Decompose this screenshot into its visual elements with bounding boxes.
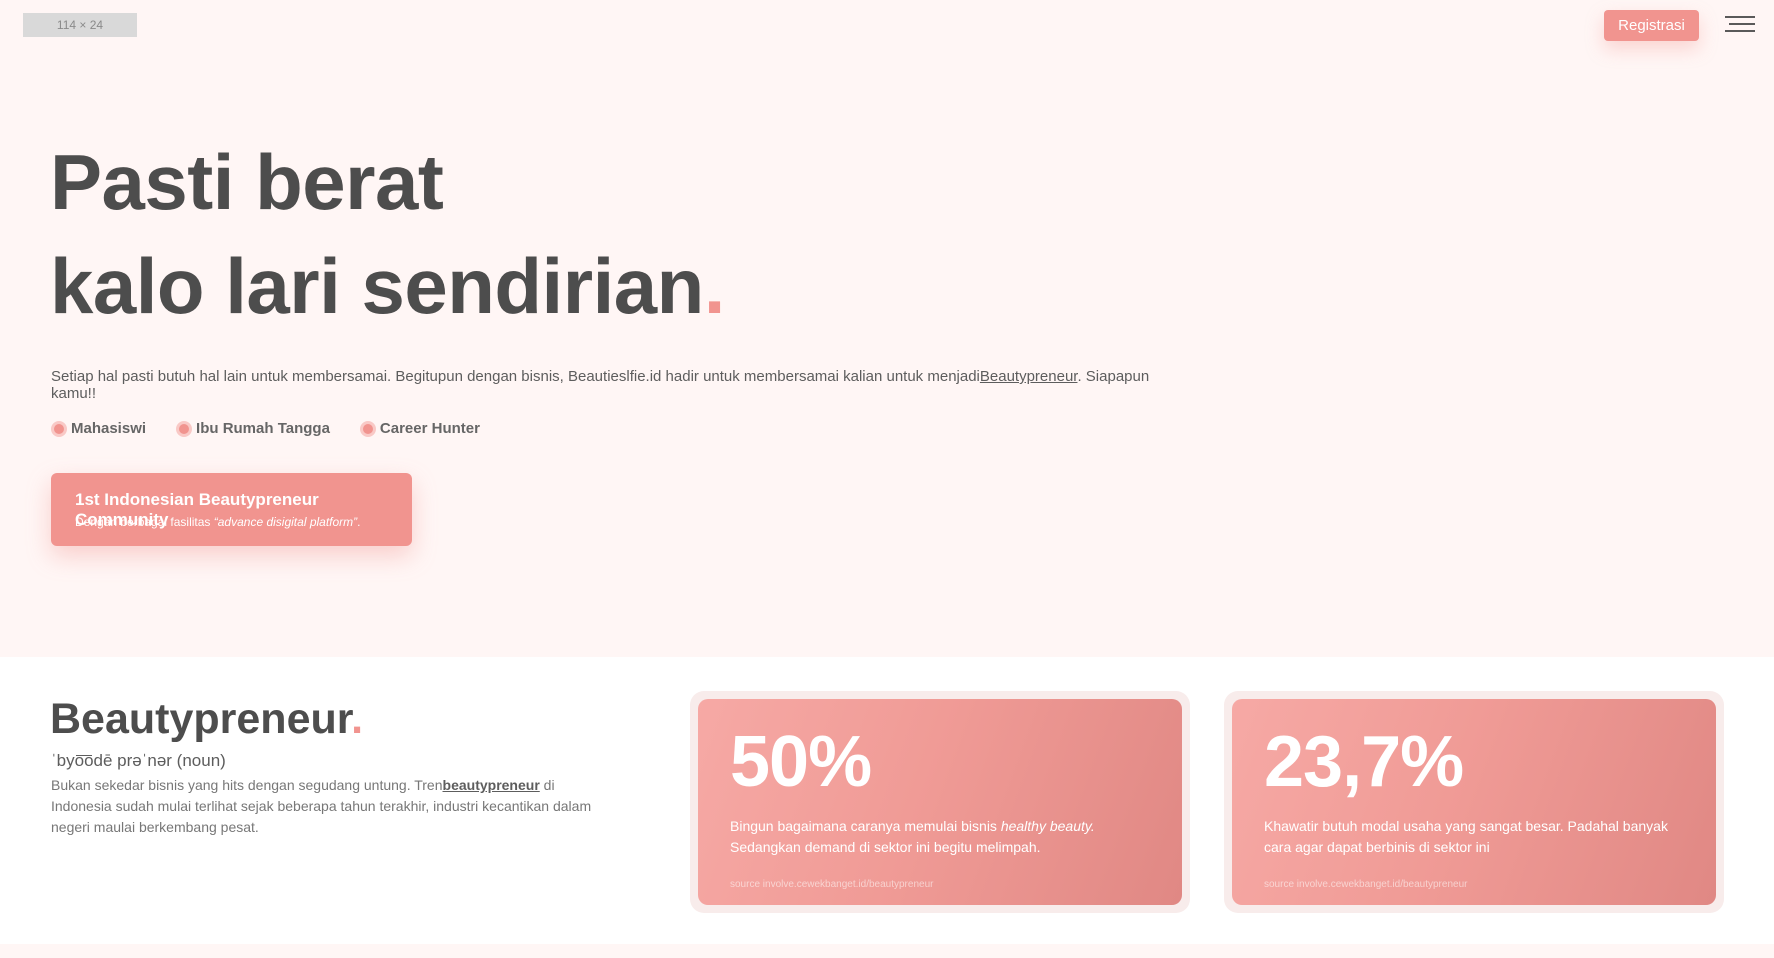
audience-item: Mahasiswi [51,420,146,437]
stat-description: Bingun bagaimana caranya memulai bisnis … [730,816,1150,858]
hero-title-line1: Pasti berat [50,138,444,226]
stat-text-end: Sedangkan demand di sektor ini begitu me… [730,839,1041,855]
audience-label: Ibu Rumah Tangga [196,420,330,437]
hero-desc-text: Setiap hal pasti butuh hal lain untuk me… [51,368,980,385]
audience-list: Mahasiswi Ibu Rumah Tangga Career Hunter [51,420,480,437]
beautypreneur-term: beautypreneur [442,777,540,793]
stat-card-inner: 23,7% Khawatir butuh modal usaha yang sa… [1232,699,1716,905]
top-navbar: 114 × 24 Registrasi [0,0,1774,50]
section-title-dot: . [351,695,364,743]
section-title-text: Beautypreneur [50,695,352,743]
stat-card-inner: 50% Bingun bagaimana caranya memulai bis… [698,699,1182,905]
stat-card: 50% Bingun bagaimana caranya memulai bis… [690,691,1190,913]
community-cta-button[interactable]: 1st Indonesian Beautypreneur Community D… [51,473,412,546]
cta-sub-text: Dengan berbagai fasilitas [75,515,214,529]
bullet-dot-icon [51,420,67,437]
hero-title-dot: . [703,242,726,330]
audience-item: Career Hunter [359,420,480,437]
phonetic-text: ˈbyo͞odē prəˈnər (noun) [51,751,226,770]
bullet-dot-icon [176,420,193,437]
stat-card: 23,7% Khawatir butuh modal usaha yang sa… [1224,691,1724,913]
section-description: Bukan sekedar bisnis yang hits dengan se… [51,775,611,838]
hero-description: Setiap hal pasti butuh hal lain untuk me… [51,368,1151,402]
stat-value: 50% [730,722,872,802]
section-title: Beautypreneur. [50,695,363,744]
cta-sub-end: . [357,515,361,529]
hero-title-line2: kalo lari sendirian [50,242,704,330]
stat-source: source involve.cewekbanget.id/beautypren… [730,879,934,890]
menu-line [1725,16,1755,18]
beautypreneur-link[interactable]: Beautypreneur [980,368,1078,385]
menu-line [1725,30,1755,32]
stat-text-italic: healthy beauty. [1000,818,1095,834]
logo-placeholder[interactable]: 114 × 24 [23,13,137,37]
cta-subtitle: Dengan berbagai fasilitas “advance disig… [75,515,361,529]
menu-line [1729,23,1755,25]
hero-title: Pasti berat kalo lari sendirian. [50,130,725,338]
beautypreneur-section: Beautypreneur. ˈbyo͞odē prəˈnər (noun) B… [0,657,1774,944]
stat-text: Bingun bagaimana caranya memulai bisnis [730,818,1001,834]
register-button[interactable]: Registrasi [1604,10,1699,41]
hamburger-menu-icon[interactable] [1725,16,1755,34]
stat-value: 23,7% [1264,722,1464,802]
stat-description: Khawatir butuh modal usaha yang sangat b… [1264,816,1684,858]
section-desc-text: Bukan sekedar bisnis yang hits dengan se… [51,777,443,793]
stat-text: Khawatir butuh modal usaha yang sangat b… [1264,818,1668,855]
audience-item: Ibu Rumah Tangga [176,420,330,437]
bullet-dot-icon [359,420,376,437]
stat-source: source involve.cewekbanget.id/beautypren… [1264,879,1468,890]
cta-sub-italic: “advance disigital platform” [213,515,358,529]
audience-label: Career Hunter [379,420,480,437]
audience-label: Mahasiswi [71,420,147,437]
